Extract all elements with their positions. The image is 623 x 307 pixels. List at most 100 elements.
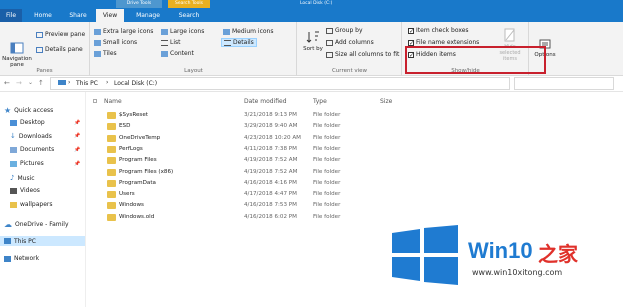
size-columns-button[interactable]: Size all columns to fit — [326, 51, 399, 58]
item-checkboxes-toggle[interactable]: ✓ Item check boxes — [408, 27, 469, 34]
layout-item-label: Extra large icons — [103, 28, 154, 35]
nav-item-label: Music — [17, 174, 35, 182]
navigation-pane-button[interactable]: Navigation pane — [2, 42, 32, 68]
recent-dropdown-icon[interactable]: ⌄ — [28, 79, 33, 86]
windows-logo-icon — [392, 225, 458, 285]
size-columns-icon — [326, 51, 333, 58]
layout-large-icons[interactable]: Large icons — [161, 28, 204, 35]
nav-item-downloads[interactable]: ↓ Downloads — [10, 132, 52, 140]
file-date: 4/16/2018 7:53 PM — [244, 202, 297, 209]
nav-item-onedrive[interactable]: ☁ OneDrive - Family — [4, 220, 69, 229]
breadcrumb-sep-icon: › — [68, 79, 71, 86]
table-row[interactable]: $SysReset 3/21/2018 9:13 PM File folder — [87, 110, 623, 121]
layout-content[interactable]: Content — [161, 50, 194, 57]
medium-icons-icon — [223, 28, 230, 35]
breadcrumb-local-disk[interactable]: Local Disk (C:) — [114, 80, 157, 87]
column-header-date[interactable]: Date modified — [244, 98, 287, 105]
column-header-name[interactable]: Name — [104, 98, 122, 105]
layout-small-icons[interactable]: Small icons — [94, 39, 137, 46]
tab-search[interactable]: Search — [170, 9, 208, 22]
folder-icon — [107, 123, 116, 131]
breadcrumb-sep-icon: › — [106, 79, 109, 86]
nav-item-videos[interactable]: Videos — [10, 187, 40, 194]
layout-medium-icons[interactable]: Medium icons — [223, 28, 273, 35]
nav-item-this-pc[interactable]: This PC — [0, 236, 85, 246]
folder-icon — [107, 191, 116, 199]
tab-file[interactable]: File — [0, 9, 22, 22]
details-pane-icon — [36, 46, 43, 53]
breadcrumb-this-pc[interactable]: This PC — [76, 80, 98, 87]
small-icons-icon — [94, 39, 101, 46]
folder-icon — [107, 168, 116, 176]
address-bar[interactable]: ← → ⌄ ↑ › This PC › Local Disk (C:) — [0, 76, 623, 92]
nav-item-network[interactable]: Network — [4, 255, 39, 262]
search-input[interactable] — [514, 77, 614, 90]
file-date: 4/23/2018 10:20 AM — [244, 134, 302, 141]
preview-pane-label: Preview pane — [45, 31, 86, 38]
table-row[interactable]: Program Files (x86) 4/19/2018 7:52 AM File… — [87, 167, 623, 178]
panes-group-label: Panes — [36, 68, 53, 74]
pictures-icon — [10, 160, 17, 167]
nav-item-music[interactable]: ♪ Music — [10, 174, 35, 182]
nav-item-wallpapers[interactable]: wallpapers — [10, 201, 53, 208]
table-row[interactable]: ESD 3/29/2018 9:40 AM File folder — [87, 121, 623, 132]
layout-group: Extra large icons Large icons Medium ico… — [91, 22, 297, 76]
nav-item-label: OneDrive - Family — [15, 221, 69, 228]
up-arrow-icon[interactable]: ↑ — [38, 79, 44, 87]
window-title: Local Disk (C:) — [300, 1, 333, 6]
current-view-group-label: Current view — [331, 68, 368, 74]
panes-group: Navigation pane Preview pane Details pan… — [0, 22, 90, 76]
table-row[interactable]: PerfLogs 4/11/2018 7:38 PM File folder — [87, 144, 623, 155]
table-row[interactable]: Program Files 4/19/2018 7:52 AM File folde… — [87, 155, 623, 166]
file-date: 4/16/2018 6:02 PM — [244, 213, 297, 220]
item-checkboxes-label: Item check boxes — [416, 27, 469, 34]
sort-by-button[interactable]: Sort by — [302, 30, 324, 53]
sort-by-label: Sort by — [303, 46, 323, 52]
folder-icon — [107, 145, 116, 153]
desktop-icon — [10, 119, 17, 126]
watermark-brand: Win10 — [468, 238, 533, 263]
table-row[interactable]: ProgramData 4/16/2018 4:16 PM File folder — [87, 178, 623, 189]
tab-home[interactable]: Home — [28, 9, 58, 22]
table-row[interactable]: Users 4/17/2018 4:47 PM File folder — [87, 189, 623, 200]
nav-item-quick-access[interactable]: ★ Quick access — [4, 106, 53, 115]
current-view-group: Sort by Group by Add columns Size all co… — [298, 22, 402, 76]
layout-details[interactable]: Details — [221, 38, 257, 47]
layout-extra-large-icons[interactable]: Extra large icons — [94, 28, 153, 35]
tiles-icon — [94, 50, 101, 57]
layout-list[interactable]: List — [161, 39, 181, 46]
table-row[interactable]: OneDriveTemp 4/23/2018 10:20 AM File folde… — [87, 133, 623, 144]
column-header-type[interactable]: Type — [313, 98, 327, 105]
nav-item-label: Documents — [20, 146, 55, 153]
this-pc-icon — [58, 80, 66, 85]
select-all-checkbox[interactable] — [93, 99, 97, 103]
column-header-size[interactable]: Size — [380, 98, 392, 105]
details-pane-button[interactable]: Details pane — [36, 46, 83, 53]
layout-tiles[interactable]: Tiles — [94, 50, 117, 57]
group-by-button[interactable]: Group by — [326, 27, 363, 34]
file-type: File folder — [313, 191, 341, 198]
add-columns-icon — [326, 39, 333, 46]
details-icon — [224, 39, 231, 46]
add-columns-button[interactable]: Add columns — [326, 39, 374, 46]
nav-item-documents[interactable]: Documents — [10, 146, 54, 153]
tab-share[interactable]: Share — [62, 9, 94, 22]
tab-view[interactable]: View — [96, 9, 124, 22]
folder-icon — [107, 112, 116, 119]
folder-icon — [107, 157, 116, 165]
nav-item-label: wallpapers — [20, 201, 53, 208]
file-name: Windows.old — [119, 213, 155, 220]
nav-item-label: Videos — [20, 187, 40, 194]
layout-item-label: List — [170, 39, 181, 46]
file-date: 4/16/2018 4:16 PM — [244, 179, 297, 186]
file-extensions-toggle[interactable]: ✓ File name extensions — [408, 39, 479, 46]
nav-item-pictures[interactable]: Pictures — [10, 160, 44, 167]
preview-pane-button[interactable]: Preview pane — [36, 31, 85, 38]
tab-manage[interactable]: Manage — [128, 9, 168, 22]
nav-item-desktop[interactable]: Desktop — [10, 119, 45, 126]
layout-item-label: Small icons — [103, 39, 138, 46]
back-arrow-icon[interactable]: ← — [4, 79, 10, 87]
nav-item-label: Desktop — [20, 119, 45, 126]
forward-arrow-icon[interactable]: → — [16, 79, 22, 87]
download-icon: ↓ — [10, 132, 16, 140]
